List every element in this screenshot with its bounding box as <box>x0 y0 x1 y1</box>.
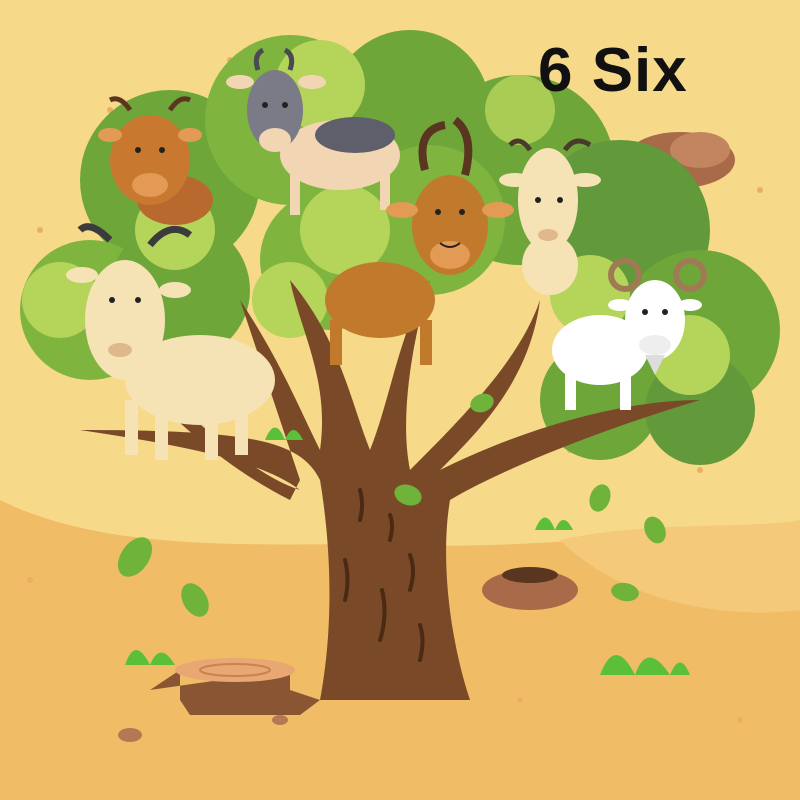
number-label: 6 Six <box>538 36 688 105</box>
illustration-scene <box>0 0 800 800</box>
